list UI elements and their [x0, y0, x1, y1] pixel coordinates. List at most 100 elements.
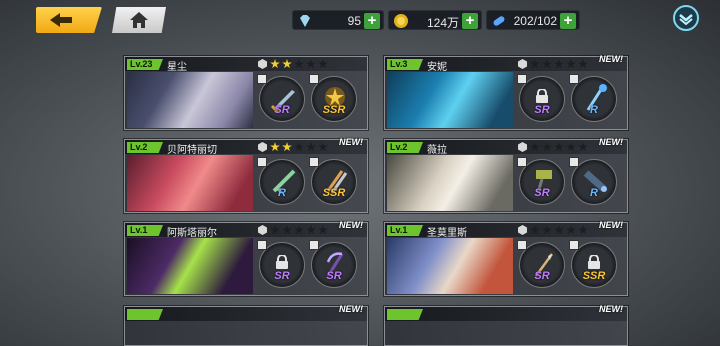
weapon-slot[interactable]: SR	[517, 240, 565, 288]
weapon-slot[interactable]: SSR	[309, 74, 357, 122]
character-card[interactable]: Lv.23 星尘 SR SSR	[124, 56, 368, 130]
level-badge: Lv.1	[387, 225, 423, 236]
level-badge: Lv.2	[387, 142, 423, 153]
star-icon	[270, 225, 280, 235]
star-icon	[294, 142, 304, 152]
edit-corner-icon	[309, 157, 319, 167]
menu-button[interactable]	[672, 4, 700, 32]
star-icon	[282, 59, 292, 69]
level-badge: Lv.1	[127, 225, 163, 236]
stamina-capsule-icon	[493, 16, 505, 26]
edit-corner-icon	[309, 74, 319, 84]
rarity-label: R	[278, 187, 286, 199]
star-icon	[578, 59, 588, 69]
weapon-slot[interactable]: SR	[257, 74, 305, 122]
star-icon	[554, 142, 564, 152]
character-portrait[interactable]	[127, 155, 253, 211]
weapon-slot[interactable]: R	[257, 157, 305, 205]
star-grade-hex-icon	[518, 59, 527, 69]
edit-corner-icon	[257, 240, 267, 250]
star-icon	[530, 225, 540, 235]
star-icon	[566, 59, 576, 69]
edit-corner-icon	[569, 240, 579, 250]
star-grade-hex-icon	[518, 142, 527, 152]
level-badge	[387, 309, 423, 320]
weapon-slot[interactable]: SSR	[569, 240, 617, 288]
rarity-label: SR	[274, 104, 290, 116]
star-icon	[306, 225, 316, 235]
star-icon	[578, 225, 588, 235]
edit-corner-icon	[257, 74, 267, 84]
character-portrait[interactable]	[387, 72, 513, 128]
diamond-plus-button[interactable]: +	[364, 13, 380, 29]
gold-plus-button[interactable]: +	[462, 13, 478, 29]
weapon-slot[interactable]: R	[569, 74, 617, 122]
star-rating	[258, 59, 330, 70]
edit-corner-icon	[309, 240, 319, 250]
new-tag: NEW!	[599, 220, 623, 230]
star-icon	[282, 142, 292, 152]
edit-corner-icon	[569, 74, 579, 84]
level-badge: Lv.3	[387, 59, 423, 70]
star-rating	[258, 142, 330, 153]
weapon-slot[interactable]: SR	[309, 240, 357, 288]
stamina-plus-button[interactable]: +	[560, 13, 576, 29]
weapon-slot[interactable]: SR	[517, 157, 565, 205]
character-card[interactable]: Lv.3 安妮 NEW! SR R	[384, 54, 628, 130]
star-icon	[578, 142, 588, 152]
star-icon	[306, 59, 316, 69]
back-button[interactable]	[36, 7, 102, 33]
gold-counter: 124万 +	[388, 10, 482, 30]
star-icon	[270, 142, 280, 152]
home-icon	[130, 12, 148, 28]
weapon-slot[interactable]: R	[569, 157, 617, 205]
character-portrait[interactable]	[127, 238, 253, 294]
character-card-partial-right[interactable]: NEW!	[384, 304, 628, 346]
character-name: 阿斯塔丽尔	[167, 228, 217, 239]
weapon-slot[interactable]: SSR	[309, 157, 357, 205]
character-portrait[interactable]	[387, 155, 513, 211]
star-icon	[542, 59, 552, 69]
character-name: 薇拉	[427, 145, 447, 156]
rarity-label: SR	[274, 270, 290, 282]
star-rating	[258, 225, 330, 236]
star-grade-hex-icon	[258, 225, 267, 235]
lock-icon	[536, 89, 548, 103]
star-grade-hex-icon	[258, 142, 267, 152]
character-card[interactable]: Lv.2 薇拉 NEW! SR R	[384, 137, 628, 213]
level-badge: Lv.23	[127, 59, 163, 70]
home-button[interactable]	[112, 7, 166, 33]
level-badge: Lv.2	[127, 142, 163, 153]
rarity-label: SR	[534, 270, 550, 282]
weapon-slot[interactable]: SR	[257, 240, 305, 288]
rarity-label: SSR	[582, 270, 606, 282]
character-name: 安妮	[427, 62, 447, 73]
star-icon	[554, 225, 564, 235]
new-tag: NEW!	[339, 220, 363, 230]
lock-icon	[276, 255, 288, 269]
star-icon	[282, 225, 292, 235]
character-card[interactable]: Lv.1 圣莫里斯 NEW! SR SSR	[384, 220, 628, 296]
character-card[interactable]: Lv.2 贝阿特丽切 NEW! R SSR	[124, 137, 368, 213]
rarity-label: SSR	[322, 187, 346, 199]
back-arrow-icon	[50, 13, 72, 27]
character-card[interactable]: Lv.1 阿斯塔丽尔 NEW! SR SR	[124, 220, 368, 296]
star-icon	[530, 59, 540, 69]
rarity-label: R	[590, 104, 598, 116]
character-name: 星尘	[167, 62, 187, 73]
weapon-slot[interactable]: SR	[517, 74, 565, 122]
diamond-icon	[300, 15, 310, 27]
rarity-label: R	[590, 187, 598, 199]
star-icon	[294, 59, 304, 69]
star-icon	[554, 59, 564, 69]
new-tag: NEW!	[599, 304, 623, 314]
lock-icon	[588, 255, 600, 269]
character-portrait[interactable]	[387, 238, 513, 294]
character-card-partial-left[interactable]: NEW!	[124, 304, 368, 346]
star-icon	[318, 142, 328, 152]
character-portrait[interactable]	[127, 72, 253, 128]
star-icon	[542, 225, 552, 235]
rarity-label: SR	[326, 270, 342, 282]
star-icon	[530, 142, 540, 152]
star-icon	[318, 59, 328, 69]
